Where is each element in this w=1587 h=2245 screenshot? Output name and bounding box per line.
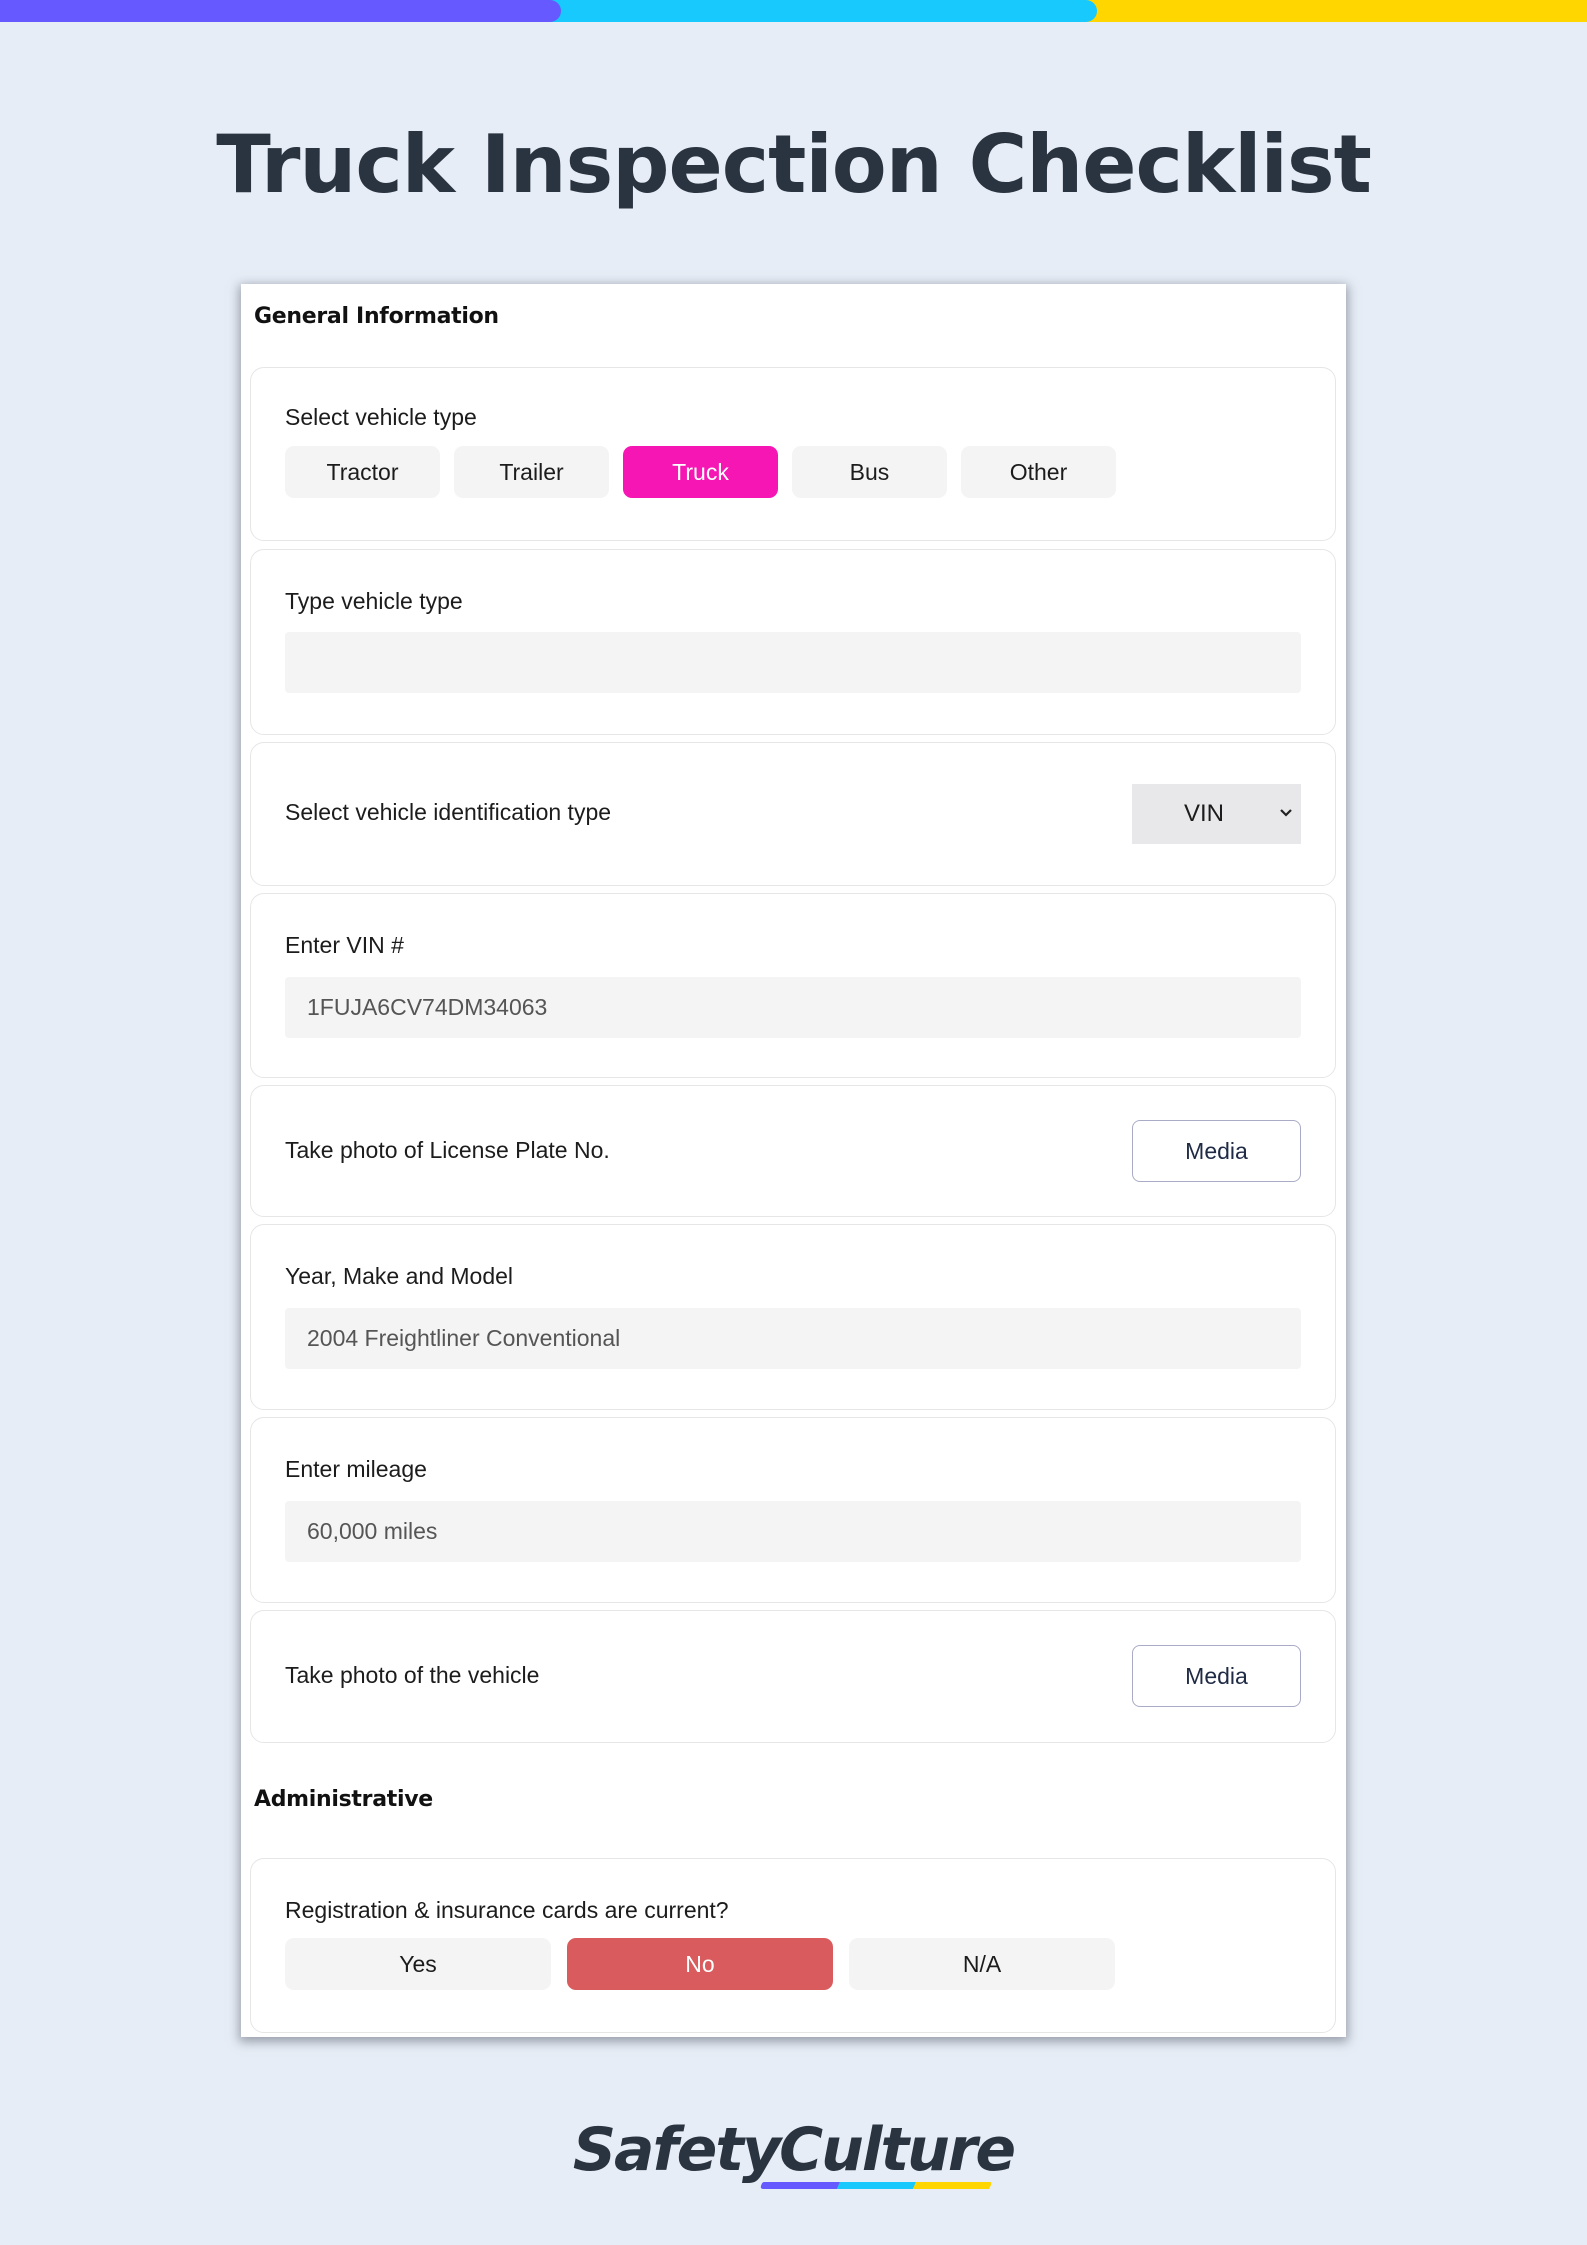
question-label: Select vehicle type (285, 404, 477, 430)
question-type-vehicle-type: Type vehicle type (250, 549, 1336, 735)
license-plate-media-button[interactable]: Media (1132, 1120, 1301, 1182)
question-year-make-model: Year, Make and Model 2004 Freightliner C… (250, 1224, 1336, 1410)
question-registration: Registration & insurance cards are curre… (250, 1858, 1336, 2033)
logo-underline-icon (760, 2182, 992, 2189)
vin-input[interactable]: 1FUJA6CV74DM34063 (285, 977, 1301, 1038)
safetyculture-logo: SafetyCulture (0, 2115, 1587, 2195)
option-na[interactable]: N/A (849, 1938, 1115, 1990)
mileage-input[interactable]: 60,000 miles (285, 1501, 1301, 1562)
logo-text: SafetyCulture (572, 2115, 1016, 2185)
option-tractor[interactable]: Tractor (285, 446, 440, 498)
question-label: Enter VIN # (285, 932, 404, 958)
question-label: Take photo of License Plate No. (285, 1137, 610, 1163)
question-license-plate-photo: Take photo of License Plate No. Media (250, 1085, 1336, 1217)
question-label: Select vehicle identification type (285, 799, 612, 825)
question-identification-type: Select vehicle identification type VIN (250, 742, 1336, 886)
option-no-selected[interactable]: No (567, 1938, 833, 1990)
option-other[interactable]: Other (961, 446, 1116, 498)
question-label: Type vehicle type (285, 588, 463, 614)
chevron-down-icon (1280, 809, 1292, 817)
question-vehicle-photo: Take photo of the vehicle Media (250, 1610, 1336, 1743)
question-vin: Enter VIN # 1FUJA6CV74DM34063 (250, 893, 1336, 1078)
question-mileage: Enter mileage 60,000 miles (250, 1417, 1336, 1603)
option-bus[interactable]: Bus (792, 446, 947, 498)
question-label: Take photo of the vehicle (285, 1662, 540, 1688)
option-trailer[interactable]: Trailer (454, 446, 609, 498)
vehicle-photo-media-button[interactable]: Media (1132, 1645, 1301, 1707)
question-label: Registration & insurance cards are curre… (285, 1897, 729, 1923)
year-make-model-input[interactable]: 2004 Freightliner Conventional (285, 1308, 1301, 1369)
option-yes[interactable]: Yes (285, 1938, 551, 1990)
brand-bar-purple (0, 0, 561, 22)
vehicle-type-input[interactable] (285, 632, 1301, 693)
select-value: VIN (1184, 800, 1225, 827)
question-label: Year, Make and Model (285, 1263, 514, 1289)
brand-color-bar (0, 0, 1587, 22)
identification-type-select[interactable]: VIN (1132, 784, 1301, 844)
section-title-general: General Information (254, 304, 499, 329)
section-title-administrative: Administrative (254, 1787, 433, 1812)
brand-bar-cyan (540, 0, 1097, 22)
brand-bar-yellow (1080, 0, 1587, 22)
checklist-form: General Information Select vehicle type … (241, 284, 1346, 2037)
page-title: Truck Inspection Checklist (216, 118, 1372, 211)
question-label: Enter mileage (285, 1456, 427, 1482)
option-truck-selected[interactable]: Truck (623, 446, 778, 498)
question-vehicle-type: Select vehicle type Tractor Trailer Truc… (250, 367, 1336, 541)
